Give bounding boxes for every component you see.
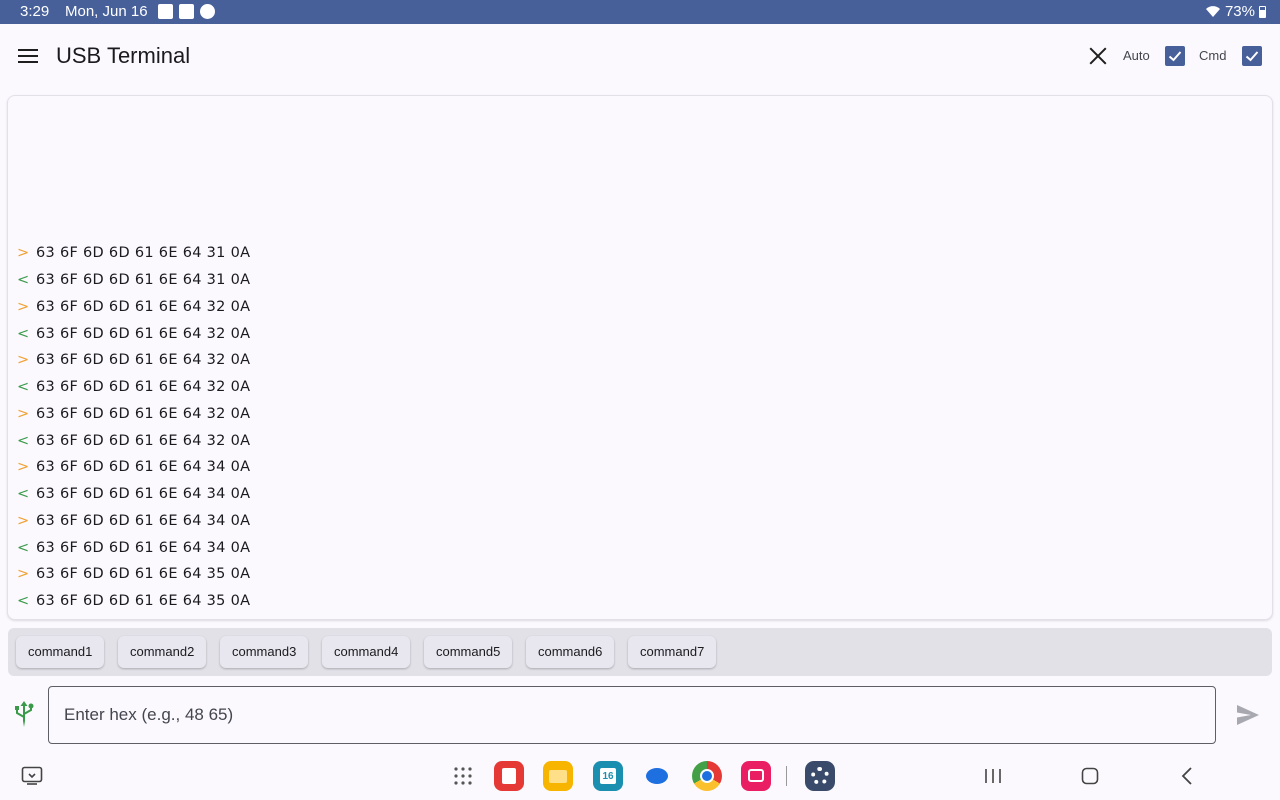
app-title: USB Terminal [56,43,191,68]
app-chrome-icon[interactable] [692,761,722,791]
command-bar: command1 command2 command3 command4 command5… [8,628,1272,676]
nav-divider [786,766,787,786]
status-notification-icons [158,4,215,19]
received-marker: < [17,432,30,449]
log-row: <63 6F 6D 6D 61 6E 64 34 0A [17,481,250,508]
media-notification-icon [179,4,194,19]
received-marker: < [17,272,30,289]
log-row: <63 6F 6D 6D 61 6E 64 32 0A [17,427,250,454]
command-button-2[interactable]: command2 [118,636,207,668]
auto-label: Auto [1123,48,1150,63]
taskbar-icon[interactable] [21,766,43,786]
received-marker: < [17,486,30,503]
sent-marker: > [17,245,30,262]
auto-checkbox[interactable] [1165,46,1185,66]
check-icon [1168,51,1182,62]
terminal-output[interactable]: >63 6F 6D 6D 61 6E 64 31 0A <63 6F 6D 6D … [7,95,1273,620]
status-right: 73% [1205,3,1266,20]
log-hex: 63 6F 6D 6D 61 6E 64 31 0A [36,245,251,262]
sent-marker: > [17,352,30,369]
log-hex: 63 6F 6D 6D 61 6E 64 32 0A [36,325,251,342]
log-row: <63 6F 6D 6D 61 6E 64 35 0A [17,588,250,615]
status-time: 3:29 [20,3,50,20]
log-row: >63 6F 6D 6D 61 6E 64 31 0A [17,240,250,267]
cmd-label: Cmd [1199,48,1227,63]
log-list: >63 6F 6D 6D 61 6E 64 31 0A <63 6F 6D 6D … [17,240,250,615]
log-hex: 63 6F 6D 6D 61 6E 64 31 0A [36,272,251,289]
check-icon [1245,51,1259,62]
command-button-4[interactable]: command4 [322,636,411,668]
system-nav-bar: 16 [0,752,1280,800]
log-hex: 63 6F 6D 6D 61 6E 64 32 0A [36,298,251,315]
log-hex: 63 6F 6D 6D 61 6E 64 35 0A [36,566,251,583]
wifi-icon [1205,5,1220,17]
log-row: <63 6F 6D 6D 61 6E 64 34 0A [17,534,250,561]
app-messages-icon[interactable] [642,761,672,791]
command-button-6[interactable]: command6 [526,636,615,668]
cmd-checkbox[interactable] [1242,46,1262,66]
back-icon[interactable] [1181,767,1193,785]
command-button-7[interactable]: command7 [628,636,717,668]
usb-icon[interactable] [12,700,36,728]
log-row: >63 6F 6D 6D 61 6E 64 32 0A [17,401,250,428]
app-files-folder-icon[interactable] [543,761,573,791]
log-row: >63 6F 6D 6D 61 6E 64 34 0A [17,454,250,481]
app-camera-icon[interactable] [741,761,771,791]
sent-marker: > [17,298,30,315]
log-hex: 63 6F 6D 6D 61 6E 64 32 0A [36,379,251,396]
log-hex: 63 6F 6D 6D 61 6E 64 34 0A [36,539,251,556]
log-hex: 63 6F 6D 6D 61 6E 64 32 0A [36,352,251,369]
received-marker: < [17,539,30,556]
received-marker: < [17,379,30,396]
log-row: <63 6F 6D 6D 61 6E 64 31 0A [17,267,250,294]
sent-marker: > [17,459,30,476]
log-row: >63 6F 6D 6D 61 6E 64 32 0A [17,294,250,321]
log-hex: 63 6F 6D 6D 61 6E 64 34 0A [36,512,251,529]
app-calendar-icon[interactable]: 16 [593,761,623,791]
app-notification-icon [200,4,215,19]
status-date: Mon, Jun 16 [65,3,148,20]
battery-percent: 73% [1224,3,1255,20]
close-icon[interactable] [1089,47,1107,65]
gallery-notification-icon [158,4,173,19]
log-row: >63 6F 6D 6D 61 6E 64 35 0A [17,561,250,588]
command-button-3[interactable]: command3 [220,636,309,668]
app-bar: USB Terminal Auto Cmd [0,24,1280,88]
log-hex: 63 6F 6D 6D 61 6E 64 35 0A [36,593,251,610]
log-hex: 63 6F 6D 6D 61 6E 64 32 0A [36,432,251,449]
log-row: <63 6F 6D 6D 61 6E 64 32 0A [17,374,250,401]
app-settings-icon[interactable] [805,761,835,791]
log-row: >63 6F 6D 6D 61 6E 64 32 0A [17,347,250,374]
sent-marker: > [17,405,30,422]
sent-marker: > [17,566,30,583]
app-red-notes-icon[interactable] [494,761,524,791]
send-icon[interactable] [1236,704,1260,726]
sent-marker: > [17,512,30,529]
command-button-1[interactable]: command1 [16,636,105,668]
menu-icon[interactable] [18,49,38,63]
status-bar: 3:29 Mon, Jun 16 73% [0,0,1280,24]
received-marker: < [17,593,30,610]
log-hex: 63 6F 6D 6D 61 6E 64 32 0A [36,405,251,422]
command-button-5[interactable]: command5 [424,636,513,668]
log-row: <63 6F 6D 6D 61 6E 64 32 0A [17,320,250,347]
log-hex: 63 6F 6D 6D 61 6E 64 34 0A [36,486,251,503]
received-marker: < [17,325,30,342]
log-hex: 63 6F 6D 6D 61 6E 64 34 0A [36,459,251,476]
recents-icon[interactable] [984,768,1002,784]
hex-input[interactable] [48,686,1216,744]
log-row: >63 6F 6D 6D 61 6E 64 34 0A [17,508,250,535]
apps-grid-icon[interactable] [454,767,472,785]
home-icon[interactable] [1081,767,1099,785]
battery-icon [1259,5,1266,18]
